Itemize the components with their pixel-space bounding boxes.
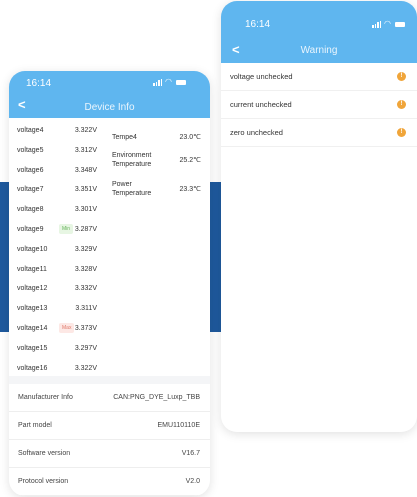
info-row-manufacturer: Manufacturer Info CAN:PNG_DYE_Luxp_TBB xyxy=(9,384,210,412)
info-label: Software version xyxy=(18,450,71,457)
info-row-part-model: Part model EMU110110E xyxy=(9,412,210,440)
warning-badge-icon: ! xyxy=(397,72,406,81)
voltage-label: voltage4 xyxy=(17,127,44,134)
page-title: Device Info xyxy=(84,102,135,113)
voltage-label: voltage10 xyxy=(17,245,48,253)
temperature-row: Environment Temperature 25.2℃ xyxy=(112,151,201,173)
voltage-row: voltage10 3.329V xyxy=(17,240,97,260)
max-badge: Max xyxy=(59,323,75,333)
voltage-label: voltage6 xyxy=(17,166,44,174)
temperature-label: Tempe4 xyxy=(112,134,137,141)
voltage-row: voltage16 3.322V xyxy=(17,359,97,376)
temperature-label: Environment Temperature xyxy=(112,152,152,168)
voltage-label: voltage9 xyxy=(17,226,44,233)
warning-label: voltage unchecked xyxy=(230,72,293,81)
device-info-header: 16:14 ◠ < Device Info xyxy=(9,71,210,118)
voltage-value: 3.322V xyxy=(74,364,97,372)
info-value: EMU110110E xyxy=(157,422,200,429)
voltage-row: voltage15 3.297V xyxy=(17,339,97,359)
warning-label: current unchecked xyxy=(230,100,292,109)
voltage-value: 3.287V xyxy=(74,226,97,233)
voltage-value: 3.297V xyxy=(74,344,97,352)
voltage-label: voltage13 xyxy=(17,305,48,313)
voltage-row: voltage5 3.312V xyxy=(17,141,97,161)
voltage-row: voltage14 Max 3.373V xyxy=(17,319,97,339)
warning-badge-icon: ! xyxy=(397,100,406,109)
signal-icon xyxy=(153,78,163,86)
temperature-value: 23.3℃ xyxy=(179,186,202,193)
temperature-value: 23.0℃ xyxy=(179,134,202,141)
temperature-row: Power Temperature 23.3℃ xyxy=(112,180,201,202)
temperature-row: Tempe4 23.0℃ xyxy=(112,132,201,144)
voltage-row: voltage7 3.351V xyxy=(17,180,97,200)
info-value: CAN:PNG_DYE_Luxp_TBB xyxy=(113,394,200,401)
voltage-row: voltage13 3.311V xyxy=(17,299,97,319)
battery-icon xyxy=(176,79,186,85)
warning-badge-icon: ! xyxy=(397,128,406,137)
warning-item[interactable]: zero unchecked ! xyxy=(221,119,417,147)
page-title: Warning xyxy=(300,45,338,56)
voltage-label: voltage8 xyxy=(17,206,44,214)
status-icons: ◠ xyxy=(153,78,186,86)
voltage-row: voltage11 3.328V xyxy=(17,260,97,280)
voltage-value: 3.322V xyxy=(74,127,97,134)
voltage-label: voltage15 xyxy=(17,344,48,352)
battery-icon xyxy=(395,21,405,27)
voltage-label: voltage5 xyxy=(17,146,44,154)
wifi-icon: ◠ xyxy=(384,19,392,28)
status-icons: ◠ xyxy=(372,20,405,28)
voltage-label: voltage12 xyxy=(17,285,48,293)
voltage-value: 3.373V xyxy=(74,325,97,332)
warning-item[interactable]: voltage unchecked ! xyxy=(221,63,417,91)
info-row-protocol-version: Protocol version V2.0 xyxy=(9,468,210,496)
voltage-row: voltage12 3.332V xyxy=(17,279,97,299)
voltage-label: voltage11 xyxy=(17,265,47,273)
warning-label: zero unchecked xyxy=(230,128,283,137)
voltage-value: 3.301V xyxy=(74,206,97,214)
warning-screen: 16:14 ◠ < Warning voltage unchecked ! cu… xyxy=(221,1,417,432)
voltage-value: 3.312V xyxy=(74,146,97,154)
info-label: Part model xyxy=(18,422,52,429)
temperature-label: Power Temperature xyxy=(112,181,152,197)
status-time: 16:14 xyxy=(26,78,52,89)
voltage-row: voltage9 Min 3.287V xyxy=(17,220,97,240)
voltage-card: voltage4 3.322V voltage5 3.312V voltage6 3.34… xyxy=(9,118,210,376)
min-badge: Min xyxy=(59,224,74,234)
voltage-row: voltage6 3.348V xyxy=(17,161,97,181)
warning-list: voltage unchecked ! current unchecked ! … xyxy=(221,63,417,432)
voltage-value: 3.328V xyxy=(74,265,97,273)
voltage-label: voltage16 xyxy=(17,364,48,372)
voltage-value: 3.348V xyxy=(74,166,97,174)
temperature-value: 25.2℃ xyxy=(179,157,202,164)
voltage-value: 3.332V xyxy=(74,285,97,293)
device-info-card: Manufacturer Info CAN:PNG_DYE_Luxp_TBB P… xyxy=(9,384,210,496)
warning-header: 16:14 ◠ < Warning xyxy=(221,1,417,63)
info-label: Protocol version xyxy=(18,478,69,485)
warning-item[interactable]: current unchecked ! xyxy=(221,91,417,119)
status-time: 16:14 xyxy=(245,19,271,30)
device-info-screen: 16:14 ◠ < Device Info voltage4 3.322V volt… xyxy=(9,71,210,496)
info-value: V16.7 xyxy=(181,450,200,457)
wifi-icon: ◠ xyxy=(165,77,173,86)
info-value: V2.0 xyxy=(185,478,200,485)
voltage-row: voltage8 3.301V xyxy=(17,200,97,220)
signal-icon xyxy=(372,20,382,28)
voltage-value: 3.351V xyxy=(74,186,97,194)
voltage-value: 3.311V xyxy=(75,305,97,313)
voltage-label: voltage14 xyxy=(17,325,48,332)
info-row-software-version: Software version V16.7 xyxy=(9,440,210,468)
voltage-label: voltage7 xyxy=(17,186,44,194)
voltage-row: voltage4 3.322V xyxy=(17,121,97,141)
info-label: Manufacturer Info xyxy=(18,394,73,401)
voltage-value: 3.329V xyxy=(74,245,97,253)
